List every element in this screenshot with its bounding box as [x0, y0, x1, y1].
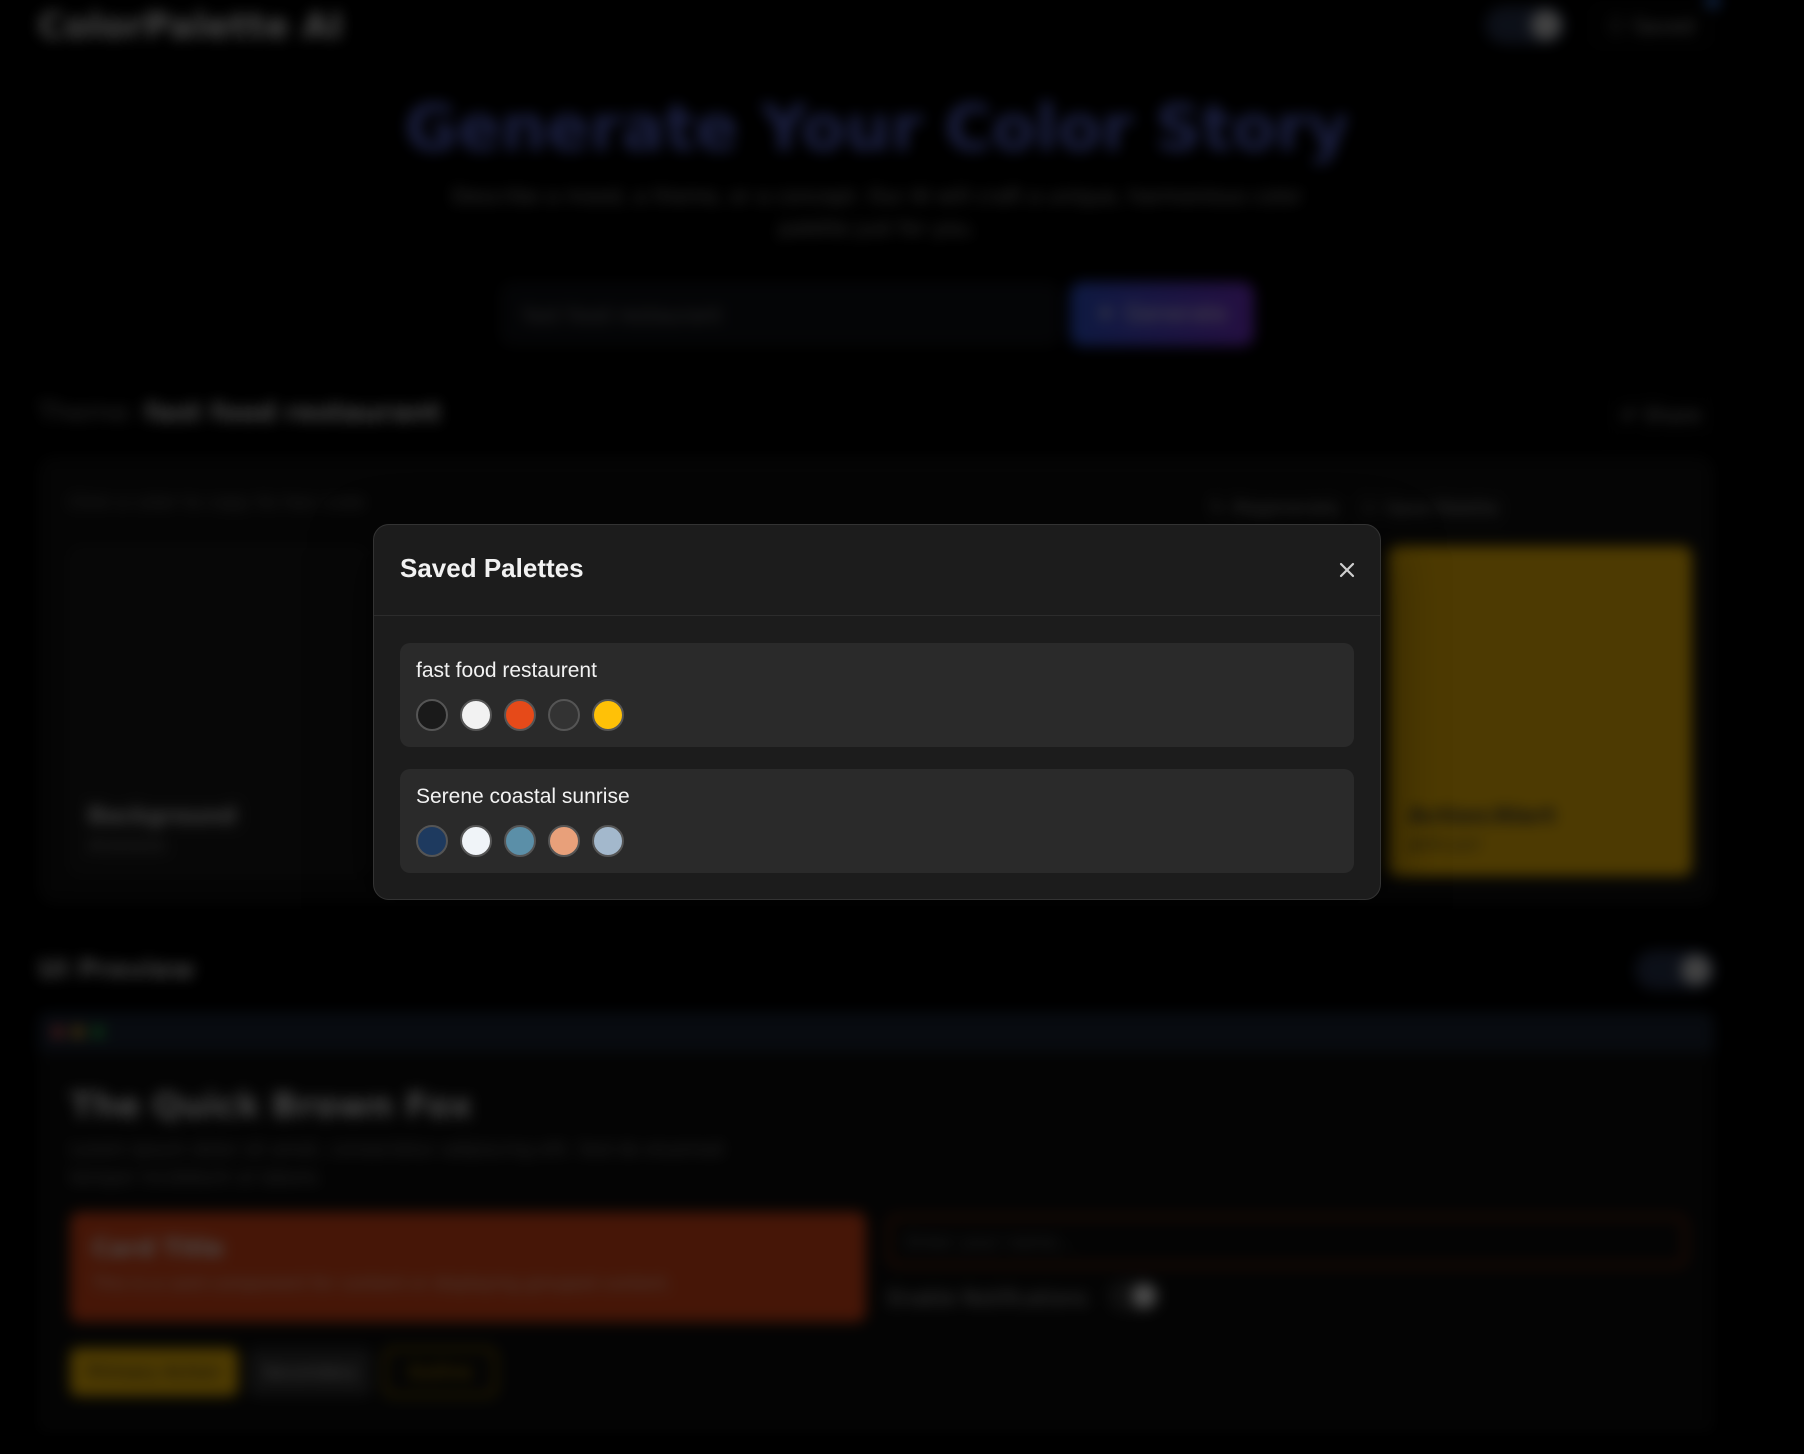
saved-count-badge [1706, 0, 1720, 8]
toggle-knob [1681, 955, 1711, 985]
close-icon[interactable] [1336, 559, 1358, 581]
hero-title: Generate Your Color Story [404, 92, 1350, 166]
theme-toggle[interactable] [1485, 6, 1565, 44]
color-swatch-dot [416, 699, 448, 731]
pencil-icon: ✎ [1210, 497, 1226, 519]
color-swatch-dot [592, 825, 624, 857]
saved-label: Saved [1633, 14, 1695, 38]
app-logo: ColorPalette AI [38, 6, 344, 47]
share-button[interactable]: ↺ Share [1605, 392, 1715, 438]
saved-palette-item[interactable]: fast food restaurent [400, 643, 1354, 747]
primary-action-button[interactable]: Primary Action [70, 1348, 238, 1396]
preview-window-bar [38, 1012, 1714, 1052]
color-swatch-dot [548, 699, 580, 731]
preview-name-input[interactable]: Enter your name... [888, 1216, 1686, 1266]
modal-title: Saved Palettes [400, 553, 584, 583]
generate-button[interactable]: ✦ Generate [1070, 282, 1254, 346]
generate-label: Generate [1124, 301, 1228, 327]
theme-value: fast food restaurant [144, 398, 441, 428]
window-maximize-dot [92, 1026, 104, 1038]
share-label: Share [1643, 403, 1702, 427]
color-swatch-dot [460, 825, 492, 857]
palette-name: fast food restaurent [416, 659, 597, 682]
window-close-dot [52, 1026, 64, 1038]
palette-colors [416, 699, 624, 731]
palette-hint: Click a color to copy its hex code [68, 492, 366, 513]
theme-prefix: Theme: [38, 398, 137, 428]
save-palette-label: Save Palette [1385, 497, 1499, 519]
hero-subtitle: Describe a mood, a theme, or a concept. … [451, 184, 1303, 240]
palette-name: Serene coastal sunrise [416, 785, 630, 808]
notifications-label: Enable Notifications [888, 1286, 1088, 1310]
color-swatch-background[interactable]: Background #1A1A1A [68, 546, 368, 876]
color-swatch-dot [504, 825, 536, 857]
card-title: Card Title [92, 1234, 224, 1262]
card-text: This is a card component for content or … [92, 1274, 672, 1294]
swatch-name: Action/Alert [1408, 804, 1556, 829]
window-minimize-dot [72, 1026, 84, 1038]
saved-palettes-modal: Saved Palettes fast food restaurent Sere… [373, 524, 1381, 900]
color-swatch-dot [548, 825, 580, 857]
outline-button[interactable]: Outline [384, 1348, 496, 1396]
swatch-hex: #FFC107 [1408, 836, 1482, 855]
modal-header: Saved Palettes [374, 525, 1380, 616]
preview-heading: The Quick Brown Fox [70, 1086, 473, 1126]
swatch-hex: #1A1A1A [88, 836, 165, 855]
bookmark-icon: ☐ [1607, 14, 1626, 38]
sparkle-icon: ✦ [1096, 301, 1115, 327]
color-swatch-dot [592, 699, 624, 731]
share-icon: ↺ [1618, 403, 1636, 427]
theme-display: Theme: fast food restaurant [38, 398, 441, 428]
preview-title: UI Preview [38, 955, 195, 985]
color-swatch-dot [460, 699, 492, 731]
save-palette-button[interactable]: ☐ Save Palette [1354, 486, 1506, 530]
color-swatch-accent[interactable]: Action/Alert #FFC107 [1388, 546, 1692, 876]
saved-palette-item[interactable]: Serene coastal sunrise [400, 769, 1354, 873]
palette-colors [416, 825, 624, 857]
theme-input[interactable]: fast food restaurant [500, 282, 1060, 346]
preview-card: Card Title This is a card component for … [70, 1212, 866, 1322]
swatch-name: Background [88, 804, 237, 829]
preview-description: Lorem ipsum dolor sit amet, consectetur … [70, 1139, 723, 1188]
preview-window-body: The Quick Brown Fox Lorem ipsum dolor si… [38, 1052, 1714, 1432]
toggle-knob [1531, 10, 1561, 40]
color-swatch-dot [416, 825, 448, 857]
secondary-button[interactable]: Secondary [248, 1348, 372, 1396]
saved-button[interactable]: ☐ Saved [1590, 4, 1712, 48]
preview-mode-toggle[interactable] [1635, 950, 1715, 990]
regenerate-label: Regenerate [1233, 497, 1338, 519]
color-swatch-dot [504, 699, 536, 731]
notifications-toggle[interactable] [1108, 1280, 1160, 1312]
save-icon: ☐ [1361, 497, 1378, 519]
toggle-knob [1132, 1284, 1156, 1308]
